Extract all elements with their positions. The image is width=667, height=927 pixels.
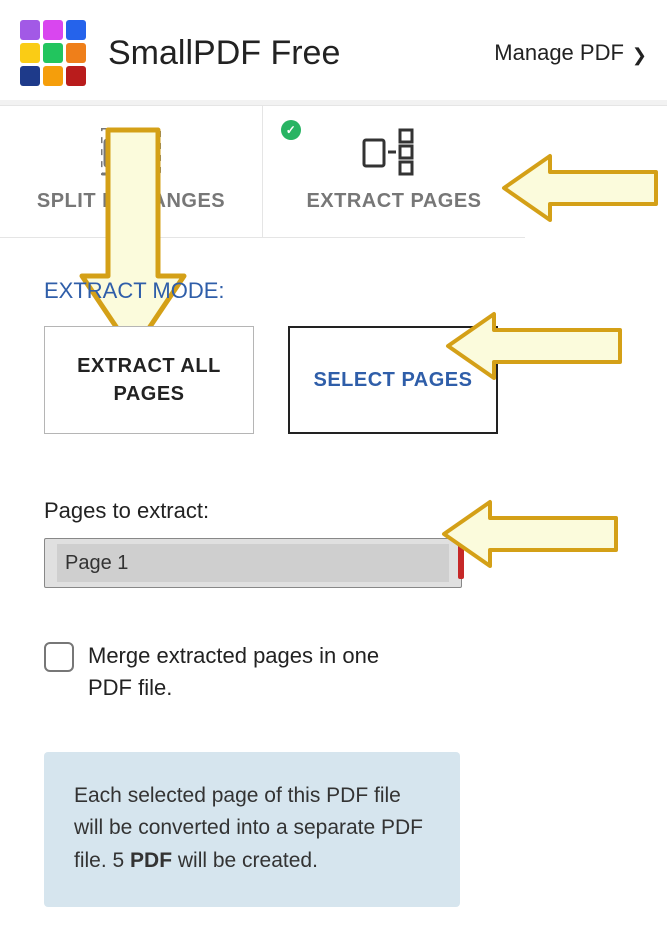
chevron-down-icon: ❯: [632, 45, 647, 66]
merge-checkbox-label: Merge extracted pages in one PDF file.: [88, 640, 428, 704]
extract-all-pages-label: EXTRACT ALL PAGES: [45, 352, 253, 408]
app-header: SmallPDF Free Manage PDF ❯: [0, 0, 667, 100]
pages-to-extract-select[interactable]: Page 1: [44, 538, 462, 588]
split-ranges-icon: [101, 128, 161, 176]
merge-option-row: Merge extracted pages in one PDF file.: [44, 640, 623, 704]
tab-split-by-ranges[interactable]: SPLIT BY RANGES: [0, 106, 262, 237]
select-pages-label: SELECT PAGES: [314, 366, 473, 394]
content-area: EXTRACT MODE: EXTRACT ALL PAGES SELECT P…: [0, 238, 667, 927]
pages-to-extract-label: Pages to extract:: [44, 498, 623, 524]
extract-all-pages-button[interactable]: EXTRACT ALL PAGES: [44, 326, 254, 434]
info-text-post: will be created.: [172, 849, 318, 872]
tab-extract-pages[interactable]: ✓ EXTRACT PAGES: [262, 106, 525, 237]
mode-tabs: SPLIT BY RANGES ✓ EXTRACT PAGES: [0, 106, 525, 237]
info-text-bold: PDF: [130, 849, 172, 872]
merge-checkbox[interactable]: [44, 642, 74, 672]
manage-pdf-label: Manage PDF: [494, 40, 624, 66]
extract-pages-icon: [362, 128, 426, 176]
select-scroll-indicator: [458, 543, 464, 579]
mode-buttons: EXTRACT ALL PAGES SELECT PAGES: [44, 326, 623, 434]
pages-to-extract-value: Page 1: [57, 544, 449, 582]
tab-extract-label: EXTRACT PAGES: [306, 190, 481, 212]
select-pages-button[interactable]: SELECT PAGES: [288, 326, 498, 434]
checkmark-badge-icon: ✓: [281, 120, 301, 140]
manage-pdf-menu[interactable]: Manage PDF ❯: [494, 40, 647, 66]
tab-split-label: SPLIT BY RANGES: [37, 190, 225, 212]
extract-mode-label: EXTRACT MODE:: [44, 278, 623, 304]
info-box: Each selected page of this PDF file will…: [44, 752, 460, 908]
app-title: SmallPDF Free: [108, 34, 340, 73]
app-logo: [20, 20, 86, 86]
